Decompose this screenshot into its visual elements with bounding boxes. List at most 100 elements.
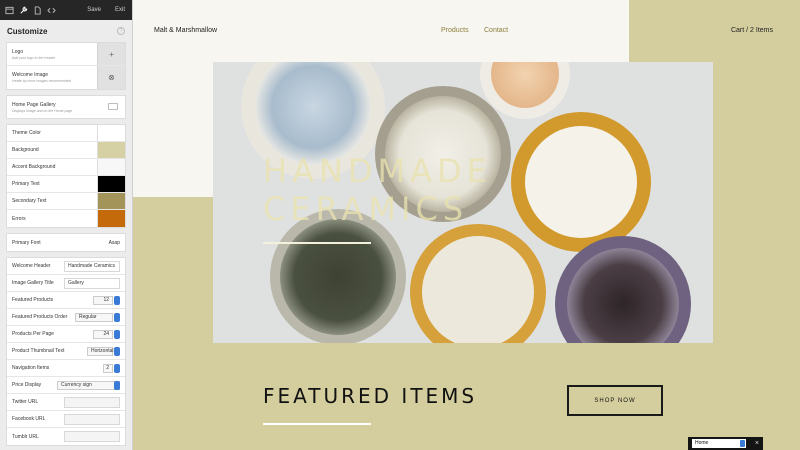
page-switcher: Home ×: [688, 437, 763, 450]
twitter-row: Twitter URL: [7, 394, 125, 411]
chevron-down-icon[interactable]: [114, 347, 120, 356]
nav-items-row: Navigation Items 2: [7, 360, 125, 377]
logo-label: Logo: [12, 48, 24, 55]
color-label: Accent Background: [12, 164, 56, 170]
settings-group: Welcome Header Handmade Ceramics Image G…: [6, 257, 126, 446]
gallery-hint: Displays image and on the Home page: [12, 108, 73, 113]
price-display-row: Price Display Currency sign: [7, 377, 125, 394]
chevron-down-icon[interactable]: [114, 381, 120, 390]
chevron-down-icon[interactable]: [114, 330, 120, 339]
nav-items-select[interactable]: 2: [103, 364, 113, 373]
color-row-theme[interactable]: Theme Color: [7, 125, 125, 142]
color-label: Primary Text: [12, 181, 40, 187]
color-swatch[interactable]: [97, 210, 125, 227]
images-group: Logo Add your logo to the header + Welco…: [6, 42, 126, 90]
color-row-accent-background[interactable]: Accent Background: [7, 159, 125, 176]
editor-toolbar: Save Exit: [0, 0, 132, 20]
featured-items-heading: FEATURED ITEMS: [263, 384, 478, 408]
hero-title-line-2: CERAMICS: [263, 190, 469, 228]
gallery-label: Home Page Gallery: [12, 101, 56, 108]
store-brand[interactable]: Malt & Marshmallow: [154, 27, 217, 34]
logo-hint: Add your logo to the header: [12, 55, 56, 60]
window-icon[interactable]: [4, 5, 15, 16]
per-page-label: Products Per Page: [12, 331, 54, 337]
welcome-image: HANDMADE CERAMICS: [213, 62, 713, 343]
close-icon[interactable]: ×: [755, 438, 759, 449]
hero-title-line-1: HANDMADE: [263, 152, 492, 190]
home-gallery-row[interactable]: Home Page Gallery Displays image and on …: [7, 96, 125, 118]
color-label: Secondary Text: [12, 198, 47, 204]
gallery-title-label: Image Gallery Title: [12, 280, 54, 286]
thumb-text-select[interactable]: Horizontal: [87, 347, 114, 356]
color-row-background[interactable]: Background: [7, 142, 125, 159]
color-swatch[interactable]: [97, 159, 125, 175]
site-header: Malt & Marshmallow Products Contact Cart…: [133, 0, 800, 62]
wrench-icon[interactable]: [18, 5, 29, 16]
featured-divider: [263, 423, 371, 425]
hero-divider: [263, 242, 371, 244]
page-select[interactable]: Home: [692, 439, 746, 448]
remove-welcome-image-button[interactable]: ⊗: [97, 66, 125, 89]
cart-link[interactable]: Cart / 2 Items: [731, 27, 773, 34]
code-icon[interactable]: [46, 5, 57, 16]
nav-link-products[interactable]: Products: [441, 27, 469, 34]
nav-items-label: Navigation Items: [12, 365, 50, 371]
nav-link-contact[interactable]: Contact: [484, 27, 508, 34]
primary-font-value[interactable]: Asap: [109, 240, 120, 246]
shop-now-button[interactable]: SHOP NOW: [567, 385, 663, 416]
color-row-errors[interactable]: Errors: [7, 210, 125, 227]
color-label: Theme Color: [12, 130, 41, 136]
customize-header: Customize ?: [0, 20, 132, 42]
chevron-down-icon[interactable]: [740, 440, 745, 447]
welcome-image-hint: create by more images recommended: [12, 79, 71, 83]
color-swatch[interactable]: [97, 125, 125, 141]
chevron-down-icon[interactable]: [114, 364, 120, 373]
chevron-down-icon[interactable]: [114, 296, 120, 305]
color-swatch[interactable]: [97, 193, 125, 209]
tumblr-row: Tumblr URL: [7, 428, 125, 445]
page-select-value: Home: [695, 440, 709, 446]
page-icon[interactable]: [32, 5, 43, 16]
featured-products-row: Featured Products 12: [7, 292, 125, 309]
gallery-title-row: Image Gallery Title Gallery: [7, 275, 125, 292]
logo-row[interactable]: Logo Add your logo to the header +: [7, 43, 125, 66]
facebook-url-input[interactable]: [64, 414, 120, 425]
color-row-secondary-text[interactable]: Secondary Text: [7, 193, 125, 210]
price-display-label: Price Display: [12, 382, 42, 388]
save-button[interactable]: Save: [87, 7, 101, 13]
thumb-text-label: Product Thumbnail Text: [12, 348, 65, 354]
tumblr-url-input[interactable]: [64, 431, 120, 442]
customize-sidebar: Save Exit Customize ? Logo Add your logo…: [0, 0, 133, 450]
featured-products-select[interactable]: 12: [93, 296, 113, 305]
featured-order-select[interactable]: Regular: [75, 313, 113, 322]
twitter-label: Twitter URL: [12, 399, 39, 405]
tumblr-label: Tumblr URL: [12, 433, 39, 440]
per-page-row: Products Per Page 24: [7, 326, 125, 343]
per-page-select[interactable]: 24: [93, 330, 113, 339]
color-label: Background: [12, 147, 39, 153]
facebook-label: Facebook URL: [12, 416, 46, 422]
add-logo-button[interactable]: +: [97, 43, 125, 65]
help-icon[interactable]: ?: [117, 27, 125, 35]
welcome-header-input[interactable]: Handmade Ceramics: [64, 261, 120, 272]
font-group: Primary Font Asap: [6, 233, 126, 252]
color-swatch[interactable]: [97, 176, 125, 192]
featured-order-label: Featured Products Order: [12, 314, 68, 320]
store-preview: Malt & Marshmallow Products Contact Cart…: [133, 0, 800, 450]
gallery-icon: [108, 103, 118, 110]
primary-font-label: Primary Font: [12, 239, 41, 246]
price-display-select[interactable]: Currency sign: [57, 381, 120, 390]
color-swatch[interactable]: [97, 142, 125, 158]
color-row-primary-text[interactable]: Primary Text: [7, 176, 125, 193]
featured-products-label: Featured Products: [12, 297, 54, 303]
twitter-url-input[interactable]: [64, 397, 120, 408]
facebook-row: Facebook URL: [7, 411, 125, 428]
welcome-header-row: Welcome Header Handmade Ceramics: [7, 258, 125, 275]
primary-font-row[interactable]: Primary Font Asap: [7, 234, 125, 251]
welcome-image-row[interactable]: Welcome Image create by more images reco…: [7, 66, 125, 89]
gallery-title-input[interactable]: Gallery: [64, 278, 120, 289]
exit-button[interactable]: Exit: [115, 7, 125, 13]
customize-title: Customize: [7, 26, 48, 36]
chevron-down-icon[interactable]: [114, 313, 120, 322]
welcome-image-label: Welcome Image: [12, 72, 49, 78]
